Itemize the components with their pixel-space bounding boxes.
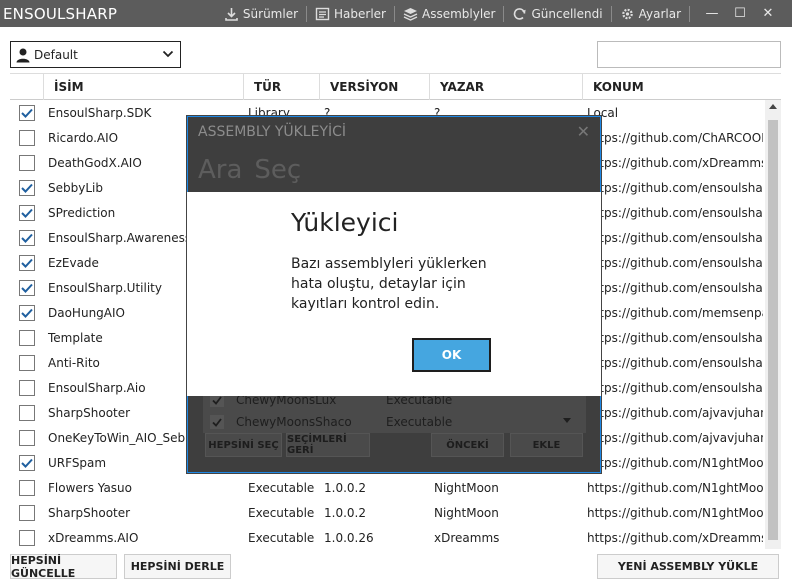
list-checkbox[interactable]	[210, 415, 224, 429]
ok-button[interactable]: OK	[412, 338, 491, 372]
chevron-down-icon[interactable]	[562, 417, 572, 425]
checkmark-icon	[212, 417, 222, 427]
list-item-name: ChewyMoonsShaco	[236, 415, 352, 429]
loader-title: ASSEMBLY YÜKLEYİCİ	[198, 124, 347, 140]
tab-select[interactable]: Seç	[254, 155, 301, 185]
modal-overlay: ASSEMBLY YÜKLEYİCİ ✕ Ara Seç ChewyMoonsLu…	[0, 0, 792, 587]
loader-close-icon[interactable]: ✕	[577, 122, 590, 141]
tab-search[interactable]: Ara	[198, 155, 242, 185]
list-item[interactable]: ChewyMoonsShaco Executable	[203, 411, 586, 433]
loader-tabs: Ara Seç	[198, 155, 301, 185]
message-title: Yükleyici	[291, 208, 399, 237]
checkmark-icon	[212, 395, 222, 405]
list-item-type: Executable	[386, 415, 453, 429]
error-message-dialog: Yükleyici Bazı assemblyleri yüklerken ha…	[187, 192, 601, 396]
message-body: Bazı assemblyleri yüklerken hata oluştu,…	[291, 256, 487, 312]
select-all-button[interactable]: HEPSİNİ SEÇ	[205, 433, 282, 457]
previous-button[interactable]: ÖNCEKİ	[431, 433, 504, 457]
add-button[interactable]: EKLE	[510, 433, 583, 457]
undo-selection-button[interactable]: SEÇİMLERİ GERİ	[286, 433, 370, 457]
